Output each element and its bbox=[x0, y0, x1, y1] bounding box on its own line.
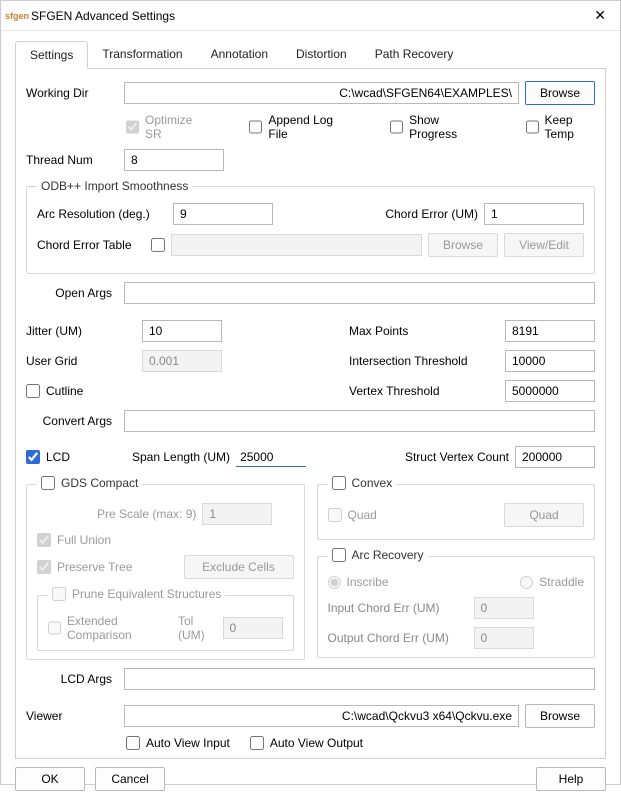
svc-label: Struct Vertex Count bbox=[405, 450, 509, 464]
ext-comparison-checkbox: Extended Comparison bbox=[48, 614, 166, 642]
viewer-input[interactable] bbox=[124, 705, 519, 727]
inscribe-radio: Inscribe bbox=[328, 575, 389, 589]
in-chord-input bbox=[474, 597, 534, 619]
titlebar: sfgen SFGEN Advanced Settings ✕ bbox=[1, 1, 620, 31]
full-union-checkbox: Full Union bbox=[37, 533, 111, 547]
out-chord-input bbox=[474, 627, 534, 649]
dialog-footer: OK Cancel Help bbox=[1, 759, 620, 803]
convert-args-label: Convert Args bbox=[26, 414, 118, 428]
user-grid-label: User Grid bbox=[26, 354, 136, 368]
chord-err-label: Chord Error (UM) bbox=[385, 207, 478, 221]
span-length-label: Span Length (UM) bbox=[132, 450, 230, 464]
gds-compact-group: GDS Compact Pre Scale (max: 9) Full Unio… bbox=[26, 476, 305, 660]
window-title: SFGEN Advanced Settings bbox=[31, 9, 175, 23]
settings-panel: Working Dir Browse Optimize SR Append Lo… bbox=[15, 69, 606, 759]
chord-table-checkbox[interactable] bbox=[151, 238, 165, 252]
app-icon: sfgen bbox=[9, 8, 25, 24]
preserve-tree-checkbox: Preserve Tree bbox=[37, 560, 132, 574]
working-dir-browse-button[interactable]: Browse bbox=[525, 81, 595, 105]
show-progress-checkbox[interactable]: Show Progress bbox=[390, 113, 477, 141]
pre-scale-label: Pre Scale (max: 9) bbox=[97, 507, 196, 521]
chord-err-input[interactable] bbox=[484, 203, 584, 225]
tab-distortion[interactable]: Distortion bbox=[282, 41, 361, 68]
user-grid-input bbox=[142, 350, 222, 372]
help-button[interactable]: Help bbox=[536, 767, 606, 791]
pre-scale-input bbox=[202, 503, 272, 525]
tab-transformation[interactable]: Transformation bbox=[88, 41, 196, 68]
chord-table-label: Chord Error Table bbox=[37, 238, 145, 252]
arc-recovery-checkbox[interactable]: Arc Recovery bbox=[332, 548, 424, 562]
cancel-button[interactable]: Cancel bbox=[95, 767, 165, 791]
lcd-checkbox[interactable]: LCD bbox=[26, 450, 126, 464]
open-args-label: Open Args bbox=[26, 286, 118, 300]
tab-path-recovery[interactable]: Path Recovery bbox=[361, 41, 468, 68]
exclude-cells-button: Exclude Cells bbox=[184, 555, 294, 579]
odb-group: ODB++ Import Smoothness Arc Resolution (… bbox=[26, 179, 595, 274]
lcd-args-label: LCD Args bbox=[26, 672, 118, 686]
keep-temp-checkbox[interactable]: Keep Temp bbox=[526, 113, 595, 141]
auto-view-input-checkbox[interactable]: Auto View Input bbox=[126, 736, 230, 750]
quad-checkbox: Quad bbox=[328, 508, 377, 522]
thread-num-input[interactable] bbox=[124, 149, 224, 171]
straddle-radio: Straddle bbox=[520, 575, 584, 589]
prune-checkbox: Prune Equivalent Structures bbox=[52, 587, 221, 601]
chord-table-browse-button: Browse bbox=[428, 233, 498, 257]
append-log-checkbox[interactable]: Append Log File bbox=[249, 113, 342, 141]
tol-input bbox=[223, 617, 283, 639]
prune-group: Prune Equivalent Structures Extended Com… bbox=[37, 587, 294, 651]
viewer-label: Viewer bbox=[26, 709, 118, 723]
chord-table-path-input bbox=[171, 234, 422, 256]
max-points-input[interactable] bbox=[505, 320, 595, 342]
span-length-input[interactable] bbox=[236, 447, 306, 467]
arc-res-input[interactable] bbox=[173, 203, 273, 225]
tab-settings[interactable]: Settings bbox=[15, 41, 88, 69]
svc-input[interactable] bbox=[515, 446, 595, 468]
viewer-browse-button[interactable]: Browse bbox=[525, 704, 595, 728]
ok-button[interactable]: OK bbox=[15, 767, 85, 791]
inter-thresh-label: Intersection Threshold bbox=[349, 354, 499, 368]
auto-view-output-checkbox[interactable]: Auto View Output bbox=[250, 736, 363, 750]
open-args-input[interactable] bbox=[124, 282, 595, 304]
arc-recovery-group: Arc Recovery Inscribe Straddle Input Cho… bbox=[317, 548, 596, 658]
jitter-label: Jitter (UM) bbox=[26, 324, 136, 338]
arc-res-label: Arc Resolution (deg.) bbox=[37, 207, 167, 221]
cutline-checkbox[interactable]: Cutline bbox=[26, 384, 83, 398]
vertex-thresh-label: Vertex Threshold bbox=[349, 384, 499, 398]
thread-num-label: Thread Num bbox=[26, 153, 118, 167]
inter-thresh-input[interactable] bbox=[505, 350, 595, 372]
odb-legend: ODB++ Import Smoothness bbox=[37, 179, 192, 193]
convert-args-input[interactable] bbox=[124, 410, 595, 432]
optimize-sr-checkbox: Optimize SR bbox=[126, 113, 201, 141]
convex-group: Convex Quad Quad bbox=[317, 476, 596, 540]
tab-strip: Settings Transformation Annotation Disto… bbox=[15, 41, 606, 69]
jitter-input[interactable] bbox=[142, 320, 222, 342]
vertex-thresh-input[interactable] bbox=[505, 380, 595, 402]
gds-compact-checkbox[interactable]: GDS Compact bbox=[41, 476, 138, 490]
working-dir-label: Working Dir bbox=[26, 86, 118, 100]
close-icon[interactable]: ✕ bbox=[590, 7, 610, 24]
in-chord-label: Input Chord Err (UM) bbox=[328, 601, 468, 615]
working-dir-input[interactable] bbox=[124, 82, 519, 104]
quad-button: Quad bbox=[504, 503, 584, 527]
out-chord-label: Output Chord Err (UM) bbox=[328, 631, 468, 645]
chord-table-viewedit-button: View/Edit bbox=[504, 233, 584, 257]
convex-checkbox[interactable]: Convex bbox=[332, 476, 393, 490]
tab-annotation[interactable]: Annotation bbox=[197, 41, 282, 68]
tol-label: Tol (UM) bbox=[178, 614, 217, 642]
max-points-label: Max Points bbox=[349, 324, 499, 338]
lcd-args-input[interactable] bbox=[124, 668, 595, 690]
